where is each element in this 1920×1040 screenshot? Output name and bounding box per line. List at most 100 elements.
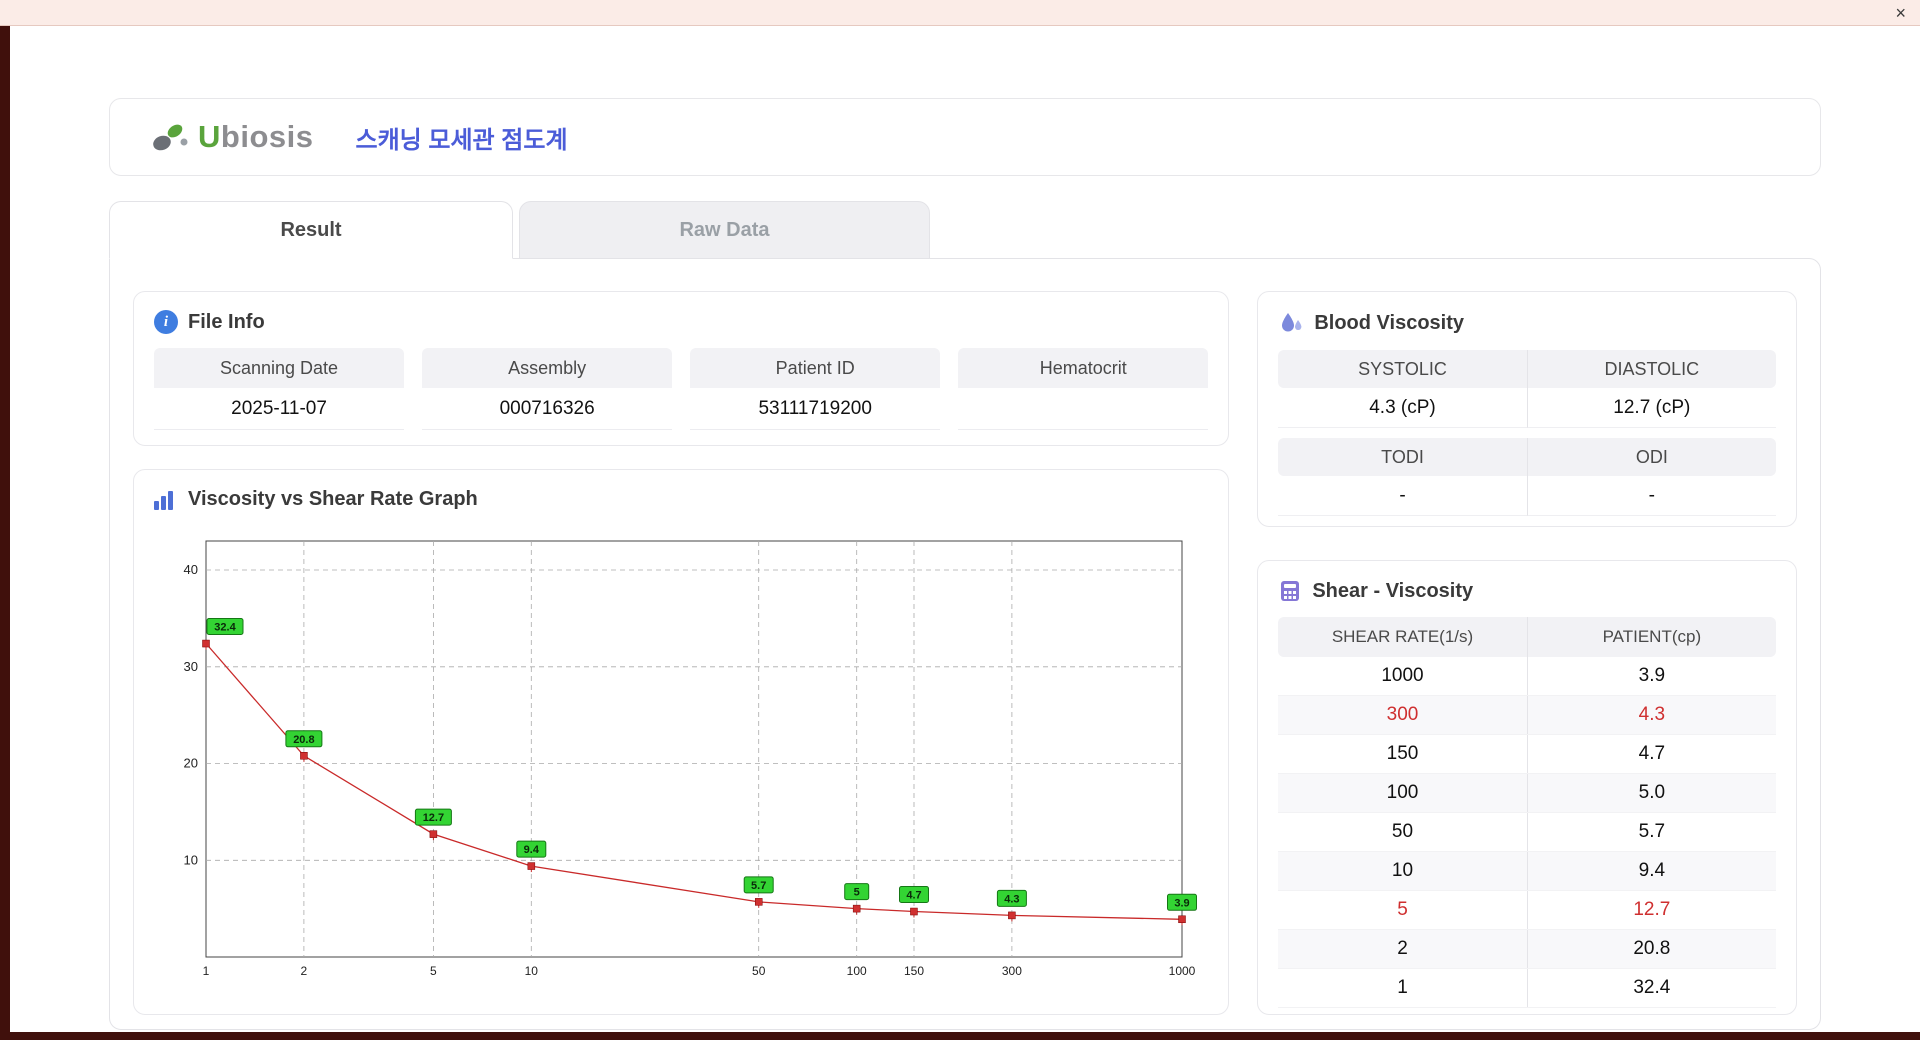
field-patient-id: Patient ID 53111719200 [690,348,941,430]
table-row: 4.3 (cP) 12.7 (cP) [1278,388,1777,428]
svg-text:4.3: 4.3 [1004,893,1019,905]
svg-text:10: 10 [525,964,539,978]
svg-text:20: 20 [184,756,198,771]
odi-value: - [1527,476,1777,516]
todi-value: - [1278,476,1528,516]
close-icon[interactable]: × [1895,4,1906,22]
field-label: Hematocrit [958,348,1209,388]
column-header: ODI [1527,438,1777,476]
svg-text:3.9: 3.9 [1174,897,1189,909]
field-label: Assembly [422,348,673,388]
shear-rate-cell: 1 [1278,969,1528,1007]
table-row: 150 4.7 [1278,735,1776,774]
systolic-value: 4.3 (cP) [1278,388,1528,428]
patient-value-cell: 4.7 [1638,743,1666,764]
field-label: Patient ID [690,348,941,388]
table-row: - - [1278,476,1777,516]
svg-text:32.4: 32.4 [214,622,236,634]
shear-table-body: 1000 3.9 300 4.3 150 4.7 100 5.0 50 5.7 10 9.4 5 12.7… [1278,657,1776,1008]
tab-bar: Result Raw Data [109,201,1821,259]
diastolic-value: 12.7 (cP) [1527,388,1777,428]
file-info-title: File Info [188,310,265,333]
svg-text:30: 30 [184,659,198,674]
field-label: Scanning Date [154,348,405,388]
column-header: PATIENT(cp) [1527,617,1777,657]
field-value: 53111719200 [690,388,941,430]
table-row: 1 32.4 [1278,969,1776,1008]
svg-text:1000: 1000 [1169,964,1196,978]
blood-viscosity-title: Blood Viscosity [1314,311,1464,334]
table-row: 300 4.3 [1278,696,1776,735]
column-header: TODI [1278,438,1528,476]
patient-value-cell: 5.0 [1638,782,1666,803]
left-column: i File Info Scanning Date 2025-11-07 Ass… [133,291,1230,1015]
bar-chart-icon [154,490,178,510]
svg-text:40: 40 [184,562,198,577]
shear-viscosity-table: SHEAR RATE(1/s) PATIENT(cp) 1000 3.9 300 4.… [1278,617,1777,1008]
field-scanning-date: Scanning Date 2025-11-07 [154,348,405,430]
shear-rate-cell: 100 [1278,774,1528,812]
shear-rate-cell: 300 [1278,696,1528,734]
file-info-fields: Scanning Date 2025-11-07 Assembly 000716… [154,348,1209,430]
page-title: 스캐닝 모세관 점도계 [355,126,568,154]
table-row: 2 20.8 [1278,930,1776,969]
brand-logo: Ubiosis [148,117,313,157]
svg-text:5.7: 5.7 [751,880,766,892]
ubiosis-logo-icon [153,124,188,151]
droplet-icon [1282,313,1302,332]
column-header: DIASTOLIC [1527,350,1777,388]
tab-result[interactable]: Result [109,201,513,259]
calculator-icon [1281,581,1300,601]
table-row: SYSTOLIC DIASTOLIC [1278,350,1777,388]
svg-text:100: 100 [847,964,867,978]
svg-text:5: 5 [854,887,860,899]
patient-value-cell: 12.7 [1633,899,1671,920]
window-body: Ubiosis 스캐닝 모세관 점도계 Result Raw Data i Fi… [10,26,1920,1032]
svg-text:20.8: 20.8 [293,734,314,746]
field-value [958,388,1209,430]
svg-text:5: 5 [430,964,437,978]
svg-text:50: 50 [752,964,766,978]
patient-value-cell: 20.8 [1633,938,1671,959]
column-header: SHEAR RATE(1/s) [1278,617,1528,657]
content-panel: i File Info Scanning Date 2025-11-07 Ass… [109,258,1821,1030]
table-row: 1000 3.9 [1278,657,1776,696]
table-row: 50 5.7 [1278,813,1776,852]
svg-text:2: 2 [301,964,308,978]
table-header-row: SHEAR RATE(1/s) PATIENT(cp) [1278,617,1777,657]
tab-raw-data[interactable]: Raw Data [519,201,930,259]
patient-value-cell: 4.3 [1638,704,1666,725]
svg-text:1: 1 [203,964,210,978]
svg-text:4.7: 4.7 [906,890,921,902]
file-info-card: i File Info Scanning Date 2025-11-07 Ass… [133,291,1230,446]
table-row: 100 5.0 [1278,774,1776,813]
shear-rate-cell: 2 [1278,930,1528,968]
info-icon: i [154,310,178,334]
shear-rate-cell: 50 [1278,813,1528,851]
table-row: TODI ODI [1278,438,1777,476]
shear-rate-cell: 1000 [1278,657,1528,695]
field-value: 2025-11-07 [154,388,405,430]
column-header: SYSTOLIC [1278,350,1528,388]
blood-viscosity-card: Blood Viscosity SYSTOLIC DIASTOLIC 4.3 (… [1257,291,1797,527]
viscosity-chart: 10 20 30 40 1 2 5 10 50 100 150 300 1000 32.4 20.8 12.7… [184,540,1197,978]
graph-card: Viscosity vs Shear Rate Graph 10 20 30 40 1 2… [133,469,1230,1015]
window-titlebar: × [0,0,1920,26]
field-assembly: Assembly 000716326 [422,348,673,430]
field-value: 000716326 [422,388,673,430]
field-hematocrit: Hematocrit [958,348,1209,430]
table-row: 5 12.7 [1278,891,1776,930]
blood-viscosity-table: SYSTOLIC DIASTOLIC 4.3 (cP) 12.7 (cP) TO… [1278,350,1777,516]
svg-text:300: 300 [1002,964,1022,978]
shear-viscosity-title: Shear - Viscosity [1312,579,1474,602]
svg-text:10: 10 [184,852,198,867]
header-card: Ubiosis 스캐닝 모세관 점도계 [109,98,1821,176]
svg-text:12.7: 12.7 [423,812,444,824]
table-row: 10 9.4 [1278,852,1776,891]
patient-value-cell: 9.4 [1638,860,1666,881]
shear-rate-cell: 10 [1278,852,1528,890]
shear-rate-cell: 5 [1278,891,1528,929]
graph-title: Viscosity vs Shear Rate Graph [188,488,478,510]
patient-value-cell: 32.4 [1633,977,1671,998]
patient-value-cell: 5.7 [1638,821,1666,842]
